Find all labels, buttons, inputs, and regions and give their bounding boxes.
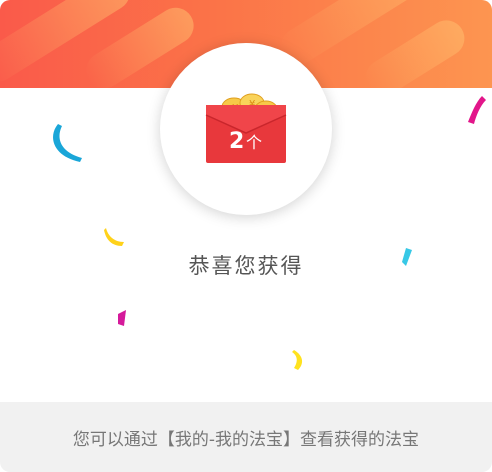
confetti-magenta-icon — [118, 310, 126, 326]
reward-dialog: ¥ ¥ 2 个 恭喜您获得 您可以通过【我的-我的法宝】查看获得的法宝 — [0, 0, 492, 472]
reward-icon-circle: ¥ ¥ 2 个 — [160, 43, 332, 215]
confetti-yellow-small-icon — [292, 350, 303, 370]
confetti-pink-icon — [468, 96, 486, 124]
footer-hint-text: 您可以通过【我的-我的法宝】查看获得的法宝 — [72, 429, 420, 450]
congrats-message: 恭喜您获得 — [188, 254, 304, 278]
red-packet-icon: ¥ ¥ 2 个 — [205, 93, 287, 163]
reward-unit: 个 — [246, 133, 262, 152]
confetti-yellow-icon — [104, 228, 124, 246]
confetti-blue-icon — [53, 124, 82, 162]
reward-count: 2 — [229, 129, 244, 154]
footer-hint-bar: 您可以通过【我的-我的法宝】查看获得的法宝 — [0, 402, 492, 472]
